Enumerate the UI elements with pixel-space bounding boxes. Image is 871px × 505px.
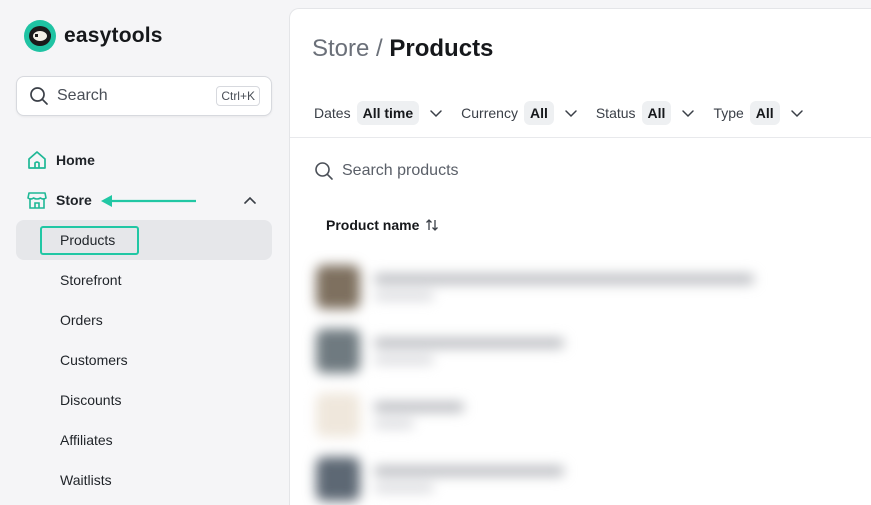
filter-bar: Dates All time Currency All Status All T… xyxy=(314,101,822,125)
filter-label: Currency xyxy=(461,105,518,121)
filter-value: All xyxy=(523,101,554,125)
filter-label: Dates xyxy=(314,105,351,121)
page-title: Store / Products xyxy=(312,35,493,63)
app-name: easytools xyxy=(64,24,163,47)
sidebar-item-waitlists[interactable]: Waitlists xyxy=(16,460,272,500)
sidebar-search[interactable]: Search Ctrl+K xyxy=(16,76,272,116)
filter-dates[interactable]: Dates All time xyxy=(314,101,443,125)
column-header-label: Product name xyxy=(326,217,420,233)
annotation-arrow-icon xyxy=(101,195,196,207)
chevron-down-icon xyxy=(430,110,442,118)
filter-value: All xyxy=(749,101,780,125)
product-search-input[interactable]: Search products xyxy=(314,161,459,181)
table-row[interactable] xyxy=(310,383,830,447)
breadcrumb-current: Products xyxy=(389,35,494,62)
sidebar-item-customers[interactable]: Customers xyxy=(16,340,272,380)
sort-icon xyxy=(426,219,439,231)
nav-item-label: Home xyxy=(56,152,95,168)
nav-item-home[interactable]: Home xyxy=(16,140,272,180)
product-thumbnail xyxy=(316,265,360,309)
chevron-down-icon xyxy=(790,110,803,118)
filter-value: All time xyxy=(356,101,420,125)
sidebar-item-orders[interactable]: Orders xyxy=(16,300,272,340)
sidebar-item-products[interactable]: Products xyxy=(16,220,272,260)
store-icon xyxy=(26,189,48,211)
search-placeholder: Search products xyxy=(342,162,459,179)
chevron-down-icon xyxy=(682,110,695,118)
breadcrumb-parent[interactable]: Store xyxy=(312,35,369,62)
filter-label: Type xyxy=(713,105,744,121)
home-icon xyxy=(26,149,48,171)
table-row[interactable] xyxy=(310,255,830,319)
search-icon xyxy=(30,87,48,105)
sidebar-item-affiliates[interactable]: Affiliates xyxy=(16,420,272,460)
search-label: Search xyxy=(57,87,108,104)
filter-label: Status xyxy=(595,105,636,121)
sloth-logo-icon xyxy=(24,20,56,52)
column-header-product-name[interactable]: Product name xyxy=(326,217,439,233)
sidebar-item-discounts[interactable]: Discounts xyxy=(16,380,272,420)
logo[interactable]: easytools xyxy=(24,20,163,52)
main-panel: Store / Products Dates All time Currency… xyxy=(289,8,871,505)
sidebar-item-storefront[interactable]: Storefront xyxy=(16,260,272,300)
divider xyxy=(290,137,871,138)
filter-value: All xyxy=(641,101,672,125)
product-thumbnail xyxy=(316,457,360,501)
shortcut-badge: Ctrl+K xyxy=(216,86,260,106)
product-thumbnail xyxy=(316,329,360,373)
search-icon xyxy=(315,162,333,180)
breadcrumb-separator: / xyxy=(369,35,390,62)
nav-item-label: Store xyxy=(56,192,92,208)
table-row[interactable] xyxy=(310,319,830,383)
sidebar: easytools Search Ctrl+K Home Store Produ… xyxy=(0,0,289,505)
filter-currency[interactable]: Currency All xyxy=(461,101,578,125)
product-thumbnail xyxy=(316,393,360,437)
filter-status[interactable]: Status All xyxy=(596,101,696,125)
chevron-down-icon xyxy=(565,110,577,118)
product-list xyxy=(310,255,830,505)
table-row[interactable] xyxy=(310,447,830,505)
chevron-up-icon[interactable] xyxy=(242,192,258,208)
filter-type[interactable]: Type All xyxy=(713,101,803,125)
